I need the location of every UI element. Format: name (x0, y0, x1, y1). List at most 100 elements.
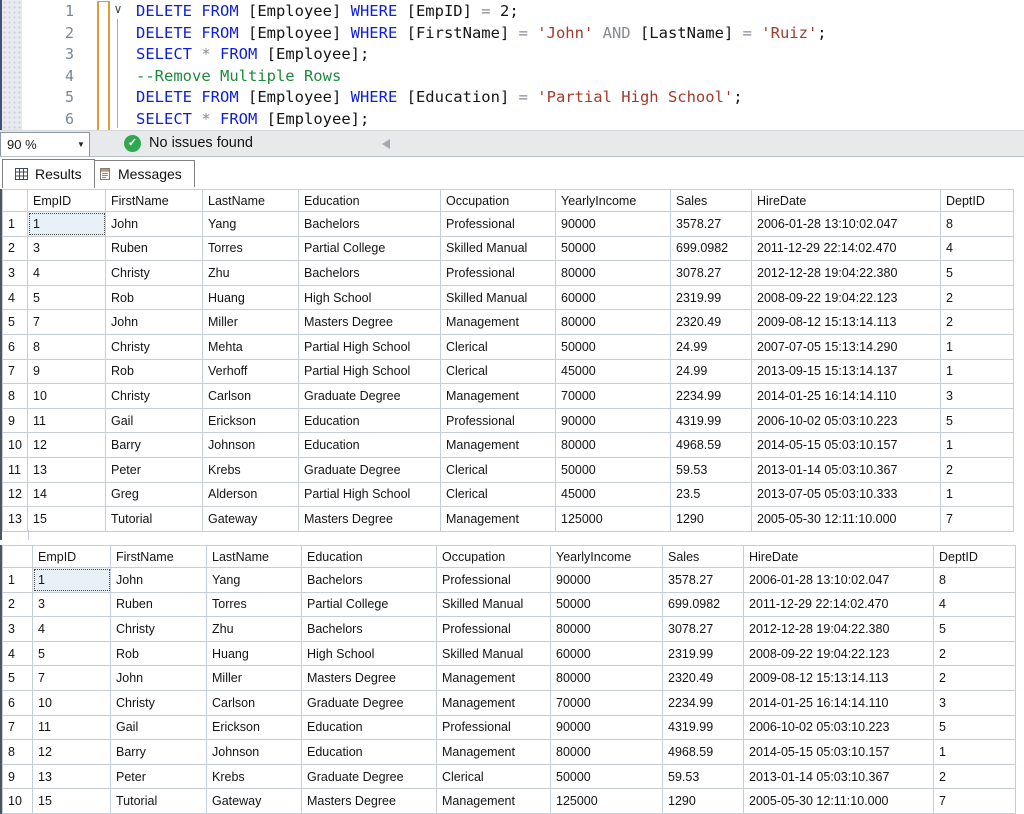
column-header[interactable]: FirstName (106, 190, 203, 212)
grid-cell[interactable]: 2014-05-15 05:03:10.157 (752, 433, 941, 458)
grid-cell[interactable]: Masters Degree (299, 310, 441, 335)
row-header[interactable]: 11 (3, 457, 28, 482)
grid-cell[interactable]: Management (441, 433, 556, 458)
grid-cell[interactable]: 3 (934, 690, 1016, 715)
grid-cell[interactable]: 5 (934, 715, 1016, 740)
row-header[interactable]: 1 (3, 568, 33, 593)
grid-cell[interactable]: 2006-01-28 13:10:02.047 (744, 568, 934, 593)
grid-cell[interactable]: 70000 (556, 384, 671, 409)
grid-cell[interactable]: Masters Degree (299, 507, 441, 532)
column-header[interactable]: Education (299, 190, 441, 212)
grid-cell[interactable]: Alderson (203, 482, 299, 507)
scroll-left-arrow-icon[interactable] (382, 139, 390, 149)
row-header[interactable]: 6 (3, 334, 28, 359)
code-line[interactable]: --Remove Multiple Rows (136, 66, 827, 88)
grid-cell[interactable]: 80000 (556, 310, 671, 335)
grid-cell[interactable]: 11 (28, 408, 106, 433)
grid-cell[interactable]: Bachelors (302, 617, 437, 642)
grid-cell[interactable]: 70000 (551, 690, 663, 715)
grid-cell[interactable]: 699.0982 (663, 592, 744, 617)
grid-cell[interactable]: Christy (111, 690, 207, 715)
grid-cell[interactable]: Huang (203, 285, 299, 310)
grid-cell[interactable]: Verhoff (203, 359, 299, 384)
grid-cell[interactable]: 3 (28, 236, 106, 261)
chevron-down-icon[interactable]: ▼ (73, 140, 89, 149)
select-all-corner[interactable] (3, 546, 33, 568)
column-header[interactable]: DeptID (941, 190, 1014, 212)
grid-cell[interactable]: 2 (934, 641, 1016, 666)
grid-cell[interactable]: Graduate Degree (299, 384, 441, 409)
grid-cell[interactable]: 699.0982 (671, 236, 752, 261)
grid-cell[interactable]: 2319.99 (671, 285, 752, 310)
grid-cell[interactable]: Professional (437, 617, 551, 642)
grid-cell[interactable]: 3 (33, 592, 111, 617)
grid-cell[interactable]: Graduate Degree (302, 764, 437, 789)
grid-cell[interactable]: Clerical (437, 764, 551, 789)
grid-cell[interactable]: 125000 (551, 789, 663, 814)
row-header[interactable]: 6 (3, 690, 33, 715)
grid-cell[interactable]: Peter (106, 457, 203, 482)
grid-cell[interactable]: Masters Degree (302, 789, 437, 814)
grid-cell[interactable]: 2320.49 (663, 666, 744, 691)
row-header[interactable]: 3 (3, 261, 28, 286)
line-number[interactable]: 4 (22, 66, 74, 88)
grid-cell[interactable]: Carlson (203, 384, 299, 409)
grid-cell[interactable]: 8 (28, 334, 106, 359)
row-header[interactable]: 7 (3, 715, 33, 740)
grid-cell[interactable]: 2320.49 (671, 310, 752, 335)
grid-cell[interactable]: 23.5 (671, 482, 752, 507)
grid-cell[interactable]: Partial High School (299, 482, 441, 507)
row-header[interactable]: 10 (3, 789, 33, 814)
grid-cell[interactable]: 13 (33, 764, 111, 789)
column-header[interactable]: DeptID (934, 546, 1016, 568)
column-header[interactable]: YearlyIncome (551, 546, 663, 568)
column-header[interactable]: LastName (207, 546, 302, 568)
code-line[interactable]: SELECT * FROM [Employee]; (136, 109, 827, 131)
grid-cell[interactable]: 12 (28, 433, 106, 458)
grid-cell[interactable]: Partial High School (299, 334, 441, 359)
grid-cell[interactable]: 90000 (556, 408, 671, 433)
column-header[interactable]: EmpID (33, 546, 111, 568)
grid-cell[interactable]: Bachelors (302, 568, 437, 593)
grid-cell[interactable]: 80000 (551, 617, 663, 642)
grid-cell[interactable]: 2 (934, 764, 1016, 789)
grid-cell[interactable]: 24.99 (671, 359, 752, 384)
grid-cell[interactable]: 8 (941, 212, 1014, 237)
grid-cell[interactable]: Ruben (106, 236, 203, 261)
grid-cell[interactable]: Graduate Degree (299, 457, 441, 482)
grid-cell[interactable]: Skilled Manual (437, 641, 551, 666)
grid-cell[interactable]: Rob (106, 359, 203, 384)
grid-cell[interactable]: 2014-05-15 05:03:10.157 (744, 740, 934, 765)
grid-cell[interactable]: 2 (934, 666, 1016, 691)
grid-cell[interactable]: Torres (203, 236, 299, 261)
grid-cell[interactable]: Krebs (203, 457, 299, 482)
grid-cell[interactable]: 90000 (556, 212, 671, 237)
grid-cell[interactable]: Barry (106, 433, 203, 458)
grid-cell[interactable]: 5 (28, 285, 106, 310)
line-number[interactable]: 1 (22, 1, 74, 23)
grid-cell[interactable]: 5 (941, 261, 1014, 286)
row-header[interactable]: 13 (3, 507, 28, 532)
grid-cell[interactable]: 2234.99 (671, 384, 752, 409)
column-header[interactable]: Education (302, 546, 437, 568)
grid-cell[interactable]: 7 (941, 507, 1014, 532)
grid-cell[interactable]: 1 (941, 359, 1014, 384)
grid-cell[interactable]: Partial College (299, 236, 441, 261)
breakpoint-gutter[interactable] (2, 0, 22, 130)
column-header[interactable]: Occupation (437, 546, 551, 568)
code-line[interactable]: DELETE FROM [Employee] WHERE [Education]… (136, 87, 827, 109)
grid-cell[interactable]: Clerical (441, 482, 556, 507)
row-header[interactable]: 9 (3, 764, 33, 789)
grid-cell[interactable]: 4 (941, 236, 1014, 261)
grid-cell[interactable]: Education (299, 433, 441, 458)
grid-cell[interactable]: Miller (203, 310, 299, 335)
code-editor[interactable]: 123456 ∨ DELETE FROM [Employee] WHERE [E… (0, 0, 1024, 130)
grid-cell[interactable]: Gateway (203, 507, 299, 532)
grid-cell[interactable]: 3078.27 (671, 261, 752, 286)
grid-cell[interactable]: John (106, 310, 203, 335)
grid-cell[interactable]: 2012-12-28 19:04:22.380 (744, 617, 934, 642)
grid-cell[interactable]: Masters Degree (302, 666, 437, 691)
grid-cell[interactable]: Barry (111, 740, 207, 765)
tab-messages[interactable]: Messages (86, 160, 195, 188)
row-header[interactable]: 5 (3, 310, 28, 335)
